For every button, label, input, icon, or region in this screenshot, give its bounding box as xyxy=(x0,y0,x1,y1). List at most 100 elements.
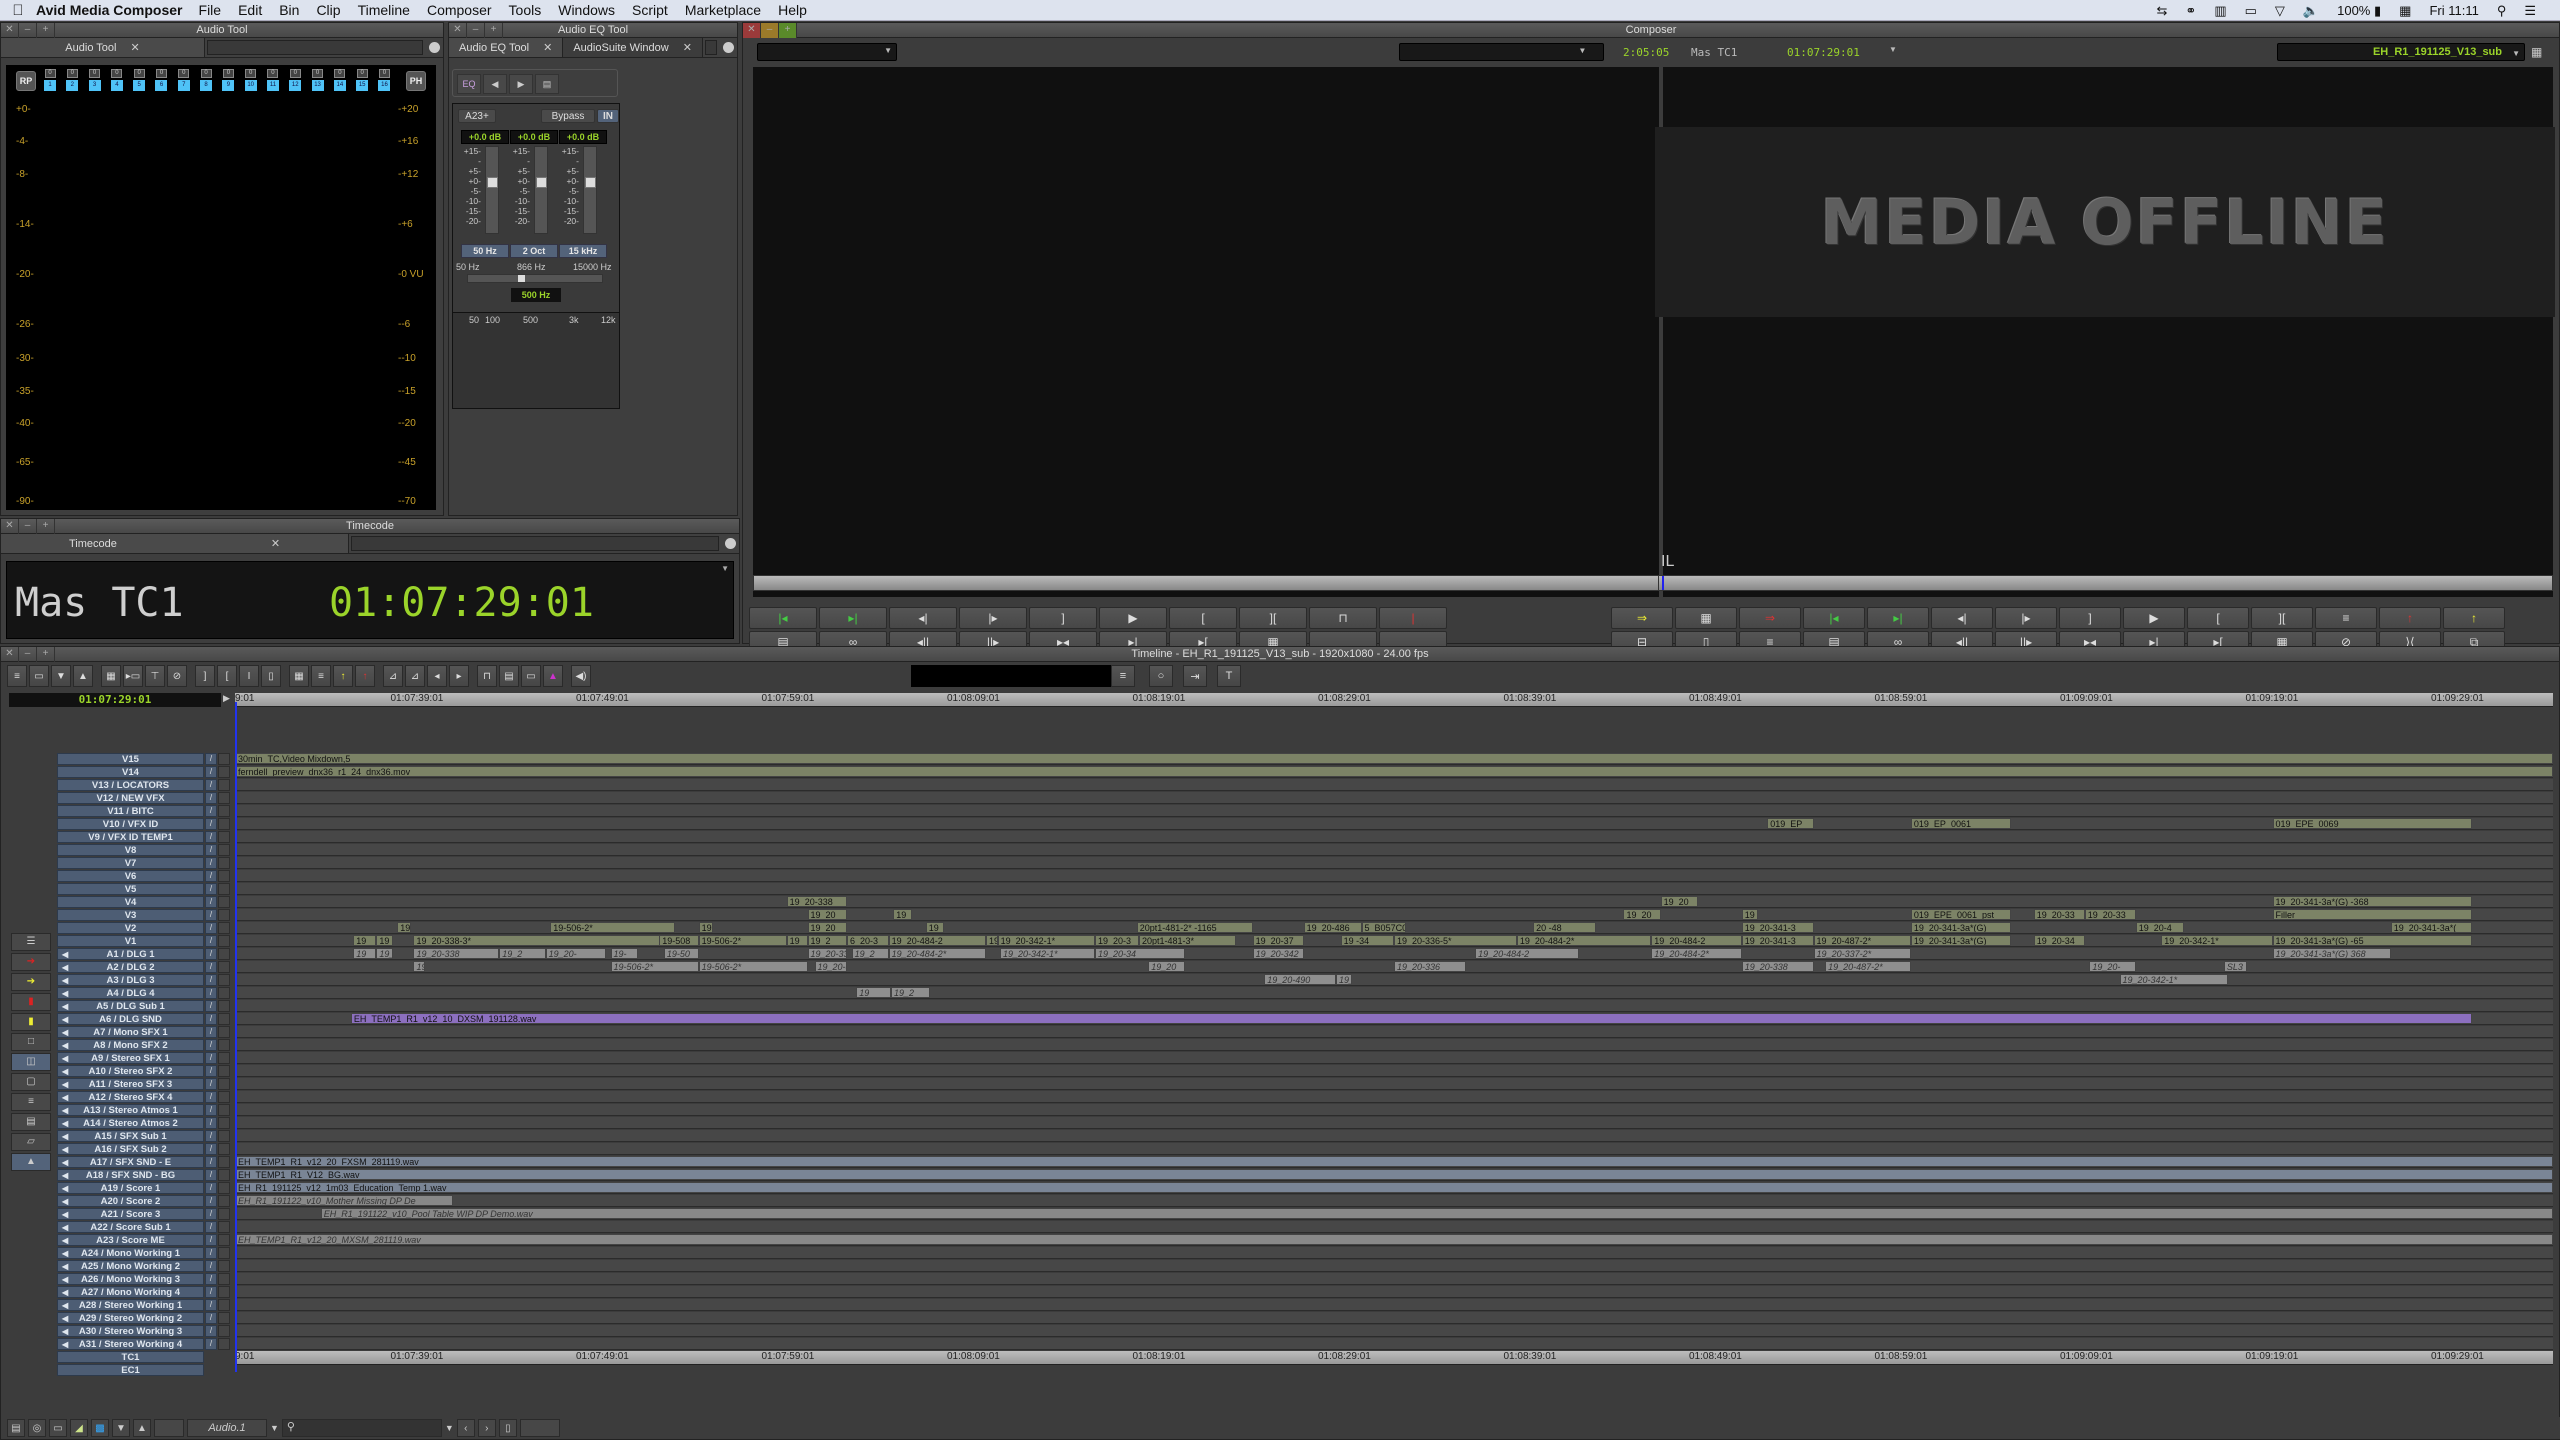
tc-menu-arrow-icon[interactable]: ▶ xyxy=(223,693,230,704)
mark-out-green-icon[interactable]: ▸| xyxy=(819,607,887,629)
channel-7[interactable]: 07 xyxy=(177,69,190,91)
clip[interactable]: 19 xyxy=(413,961,426,972)
mark-out-icon[interactable]: ] xyxy=(2059,607,2121,629)
clip[interactable]: 20 -48 xyxy=(1533,922,1596,933)
sync-lock-icon[interactable]: / xyxy=(205,1156,217,1168)
speaker-icon[interactable]: ◀ xyxy=(62,1339,68,1349)
sync-lock-icon[interactable]: / xyxy=(205,987,217,999)
sync-lock-icon[interactable]: / xyxy=(205,831,217,843)
channel-13[interactable]: 0 13 xyxy=(311,69,324,91)
timeline-scale-slider[interactable] xyxy=(519,1419,560,1437)
track-name-a2[interactable]: A2 / DLG 2 ◀ xyxy=(57,961,204,973)
track-monitor-button[interactable] xyxy=(218,974,230,986)
speaker-icon[interactable]: ◀ xyxy=(62,1040,68,1050)
menu-composer[interactable]: Composer xyxy=(427,2,492,18)
minimize-icon[interactable]: – xyxy=(467,22,485,38)
track-selector-arrow-icon[interactable]: ▼ xyxy=(270,1423,279,1433)
track-monitor-button[interactable] xyxy=(218,1039,230,1051)
color-correction-icon[interactable]: ◢ xyxy=(70,1419,88,1437)
trim-icon[interactable]: ⊤ xyxy=(145,665,165,687)
track-monitor-button[interactable] xyxy=(218,922,230,934)
clip[interactable]: 19-506-2* xyxy=(550,922,676,933)
tab-audio-eq-tool[interactable]: Audio EQ Tool ✕ xyxy=(449,38,564,57)
timeline-search-input[interactable]: ⚲ xyxy=(281,1419,442,1437)
clip[interactable]: 19 xyxy=(986,935,998,946)
minimize-icon[interactable]: – xyxy=(19,22,37,38)
sync-lock-icon[interactable]: / xyxy=(205,857,217,869)
usb-icon[interactable]: ▥ xyxy=(2214,3,2226,19)
track-name-a29[interactable]: A29 / Stereo Working 2 ◀ xyxy=(57,1312,204,1324)
clip[interactable]: 5_B057C0 xyxy=(1361,922,1406,933)
toggle-source-record-icon[interactable]: ▤ xyxy=(7,1419,25,1437)
menu-windows[interactable]: Windows xyxy=(558,2,615,18)
channel-peak-indicator[interactable]: 0 xyxy=(133,69,145,78)
sync-lock-icon[interactable]: / xyxy=(205,1065,217,1077)
clip[interactable]: ferndell_preview_dnx36_r1_24_dnx36.mov xyxy=(235,766,2553,777)
zoom-icon[interactable]: + xyxy=(37,22,55,38)
track-monitor-button[interactable] xyxy=(218,987,230,999)
segment-icon[interactable]: ≡ xyxy=(311,665,331,687)
speaker-icon[interactable]: ◀ xyxy=(62,1053,68,1063)
minimize-icon[interactable]: – xyxy=(19,518,37,534)
clip[interactable]: 20pt1-481-2* -1165 xyxy=(1136,922,1253,933)
channel-6[interactable]: 06 xyxy=(155,69,168,91)
panel-menu-icon[interactable] xyxy=(719,38,737,57)
down-icon[interactable]: ▼ xyxy=(51,665,71,687)
clip-icon[interactable]: ▭ xyxy=(29,665,49,687)
zoom-icon[interactable]: + xyxy=(37,518,55,534)
track-monitor-button[interactable] xyxy=(218,1065,230,1077)
clip[interactable]: EH_TEMP1_R1_v12_20_FXSM_281119.wav xyxy=(235,1156,2553,1167)
channel-10[interactable]: 0 10 xyxy=(244,69,257,91)
clip[interactable]: 19_20-34 xyxy=(1094,948,1186,959)
mark-in-green-icon[interactable]: |◂ xyxy=(1803,607,1865,629)
track-name-a8[interactable]: A8 / Mono SFX 2 ◀ xyxy=(57,1039,204,1051)
track-name-v1[interactable]: V1 xyxy=(57,935,204,947)
position-indicator[interactable] xyxy=(1662,576,1664,590)
clip[interactable]: 19_20-336-5* xyxy=(1394,935,1517,946)
extract-icon[interactable]: ↑ xyxy=(333,665,353,687)
channel-number[interactable]: 2 xyxy=(66,80,79,91)
clip[interactable]: 19_20-486 xyxy=(1303,922,1362,933)
channel-number[interactable]: 11 xyxy=(266,80,279,91)
record-tc-display[interactable]: ▼ xyxy=(1399,43,1604,61)
volume-icon[interactable]: 🔈 xyxy=(2303,3,2319,19)
track-name-a3[interactable]: A3 / DLG 3 ◀ xyxy=(57,974,204,986)
channel-3[interactable]: 03 xyxy=(88,69,101,91)
speaker-icon[interactable]: ◀ xyxy=(62,1235,68,1245)
track-monitor-button[interactable] xyxy=(218,961,230,973)
step-forward-icon[interactable]: |▸ xyxy=(1995,607,2057,629)
next-icon[interactable]: › xyxy=(477,1419,496,1437)
clip[interactable]: 19_20-34 xyxy=(2033,935,2085,946)
track-name-v9[interactable]: V9 / VFX ID TEMP1 xyxy=(57,831,204,843)
track-name-a5[interactable]: A5 / DLG Sub 1 ◀ xyxy=(57,1000,204,1012)
notification-center-icon[interactable]: ☰ xyxy=(2524,3,2536,19)
clip[interactable]: 019_EP xyxy=(1767,818,1814,829)
clip[interactable]: 19_ xyxy=(1336,974,1353,985)
speaker-icon[interactable]: ◀ xyxy=(62,1001,68,1011)
speaker-icon[interactable]: ◀ xyxy=(62,1274,68,1284)
lift-icon[interactable]: ↑ xyxy=(2379,607,2441,629)
sync-lock-icon[interactable]: / xyxy=(205,1234,217,1246)
channel-peak-indicator[interactable]: 0 xyxy=(111,69,123,78)
track-monitor-button[interactable] xyxy=(218,818,230,830)
up-icon[interactable]: ▲ xyxy=(73,665,93,687)
track-name-a15[interactable]: A15 / SFX Sub 1 ◀ xyxy=(57,1130,204,1142)
marker-icon[interactable]: ▲ xyxy=(543,665,563,687)
channel-9[interactable]: 09 xyxy=(222,69,235,91)
clip[interactable]: 19_20-336 xyxy=(1394,961,1466,972)
speaker-icon[interactable]: ◀ xyxy=(62,1118,68,1128)
clip[interactable]: 19_20-337-2* xyxy=(1813,948,1911,959)
tc1-ruler[interactable]: 9:01 01:07:39:01 01:07:49:01 01:07:59:01 01:… xyxy=(235,1351,2553,1365)
speaker-icon[interactable]: ◀ xyxy=(62,962,68,972)
track-select-button[interactable]: A23+ xyxy=(458,109,496,123)
menu-timeline[interactable]: Timeline xyxy=(358,2,410,18)
sync-lock-icon[interactable]: / xyxy=(205,1247,217,1259)
sync-lock-icon[interactable]: / xyxy=(205,1299,217,1311)
sync-lock-icon[interactable]: / xyxy=(205,1143,217,1155)
sync-lock-icon[interactable]: / xyxy=(205,1338,217,1350)
clip[interactable]: 19_20-487-2* xyxy=(1813,935,1911,946)
close-icon[interactable]: ✕ xyxy=(1,22,19,38)
sync-lock-icon[interactable]: / xyxy=(205,1026,217,1038)
track-name-a13[interactable]: A13 / Stereo Atmos 1 ◀ xyxy=(57,1104,204,1116)
speaker-icon[interactable]: ◀ xyxy=(62,1300,68,1310)
